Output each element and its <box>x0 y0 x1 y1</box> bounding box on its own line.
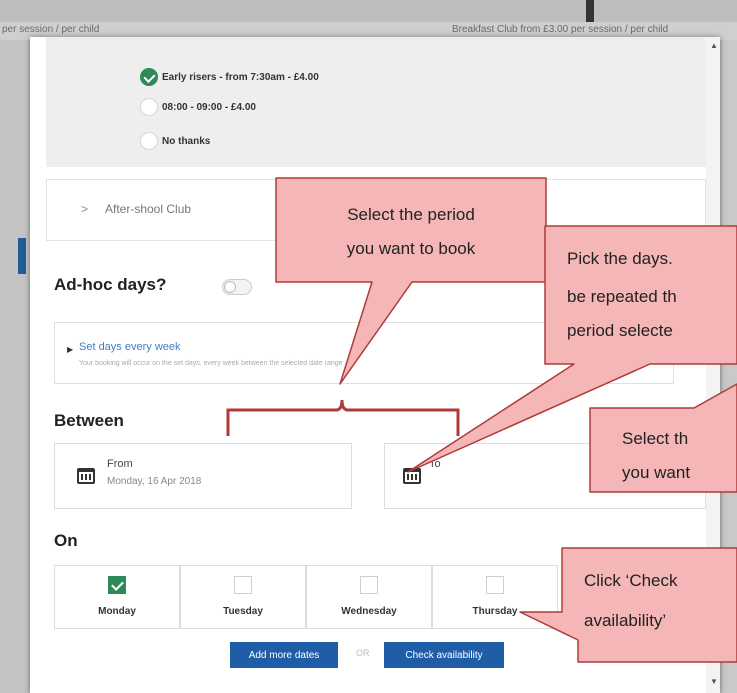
callout-line: Click ‘Check <box>584 571 678 590</box>
callout-line: availability’ <box>584 611 667 630</box>
